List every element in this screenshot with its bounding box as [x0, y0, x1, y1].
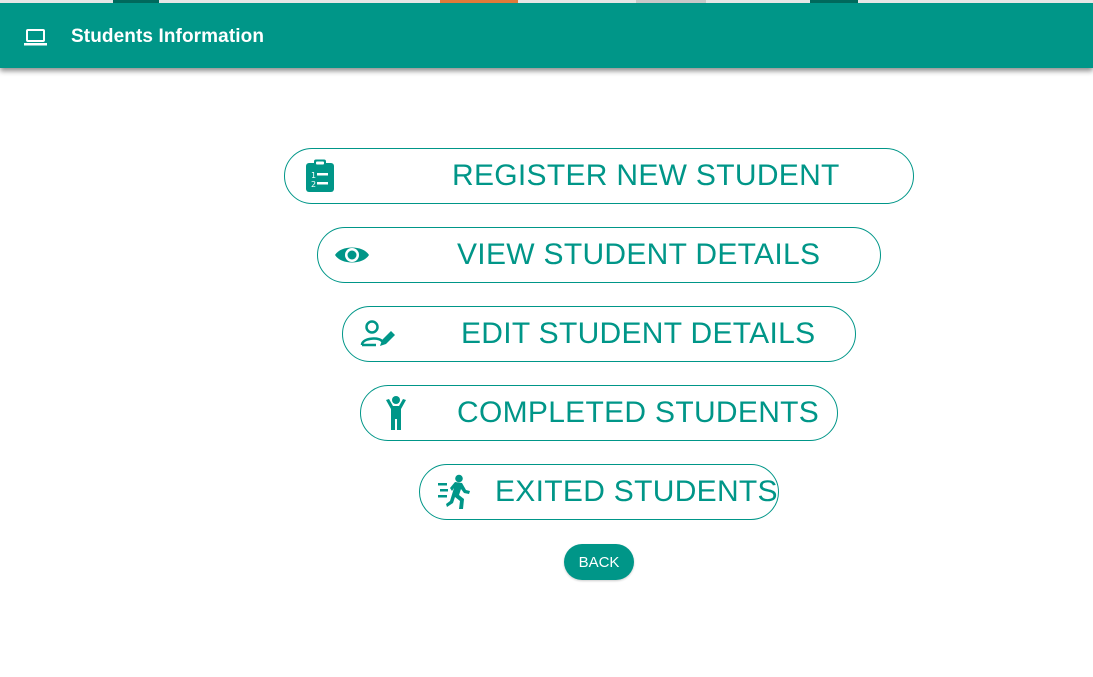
completed-students-label: COMPLETED STUDENTS	[457, 396, 820, 429]
exited-students-button[interactable]: EXITED STUDENTS	[419, 464, 779, 520]
standing-person-icon	[383, 395, 409, 431]
running-person-icon	[438, 474, 472, 510]
edit-student-details-label: EDIT STUDENT DETAILS	[461, 317, 816, 350]
eye-icon	[334, 243, 370, 267]
clipboard-list-icon: 1 2	[305, 159, 335, 193]
svg-text:1: 1	[311, 171, 316, 180]
edit-student-details-button[interactable]: EDIT STUDENT DETAILS	[342, 306, 856, 362]
register-new-student-label: REGISTER NEW STUDENT	[452, 159, 840, 192]
svg-text:2: 2	[311, 180, 316, 189]
page-title: Students Information	[71, 26, 265, 47]
exited-students-label: EXITED STUDENTS	[495, 475, 778, 508]
user-edit-icon	[360, 319, 396, 349]
main-content: 1 2 REGISTER NEW STUDENT VIEW STUDENT DE…	[0, 68, 1093, 677]
view-student-details-label: VIEW STUDENT DETAILS	[457, 238, 821, 271]
completed-students-button[interactable]: COMPLETED STUDENTS	[360, 385, 838, 441]
register-new-student-button[interactable]: 1 2 REGISTER NEW STUDENT	[284, 148, 914, 204]
app-bar: Students Information	[0, 0, 1093, 68]
laptop-icon	[24, 29, 47, 47]
status-strip	[0, 0, 1093, 3]
back-button[interactable]: BACK	[564, 544, 634, 580]
view-student-details-button[interactable]: VIEW STUDENT DETAILS	[317, 227, 881, 283]
